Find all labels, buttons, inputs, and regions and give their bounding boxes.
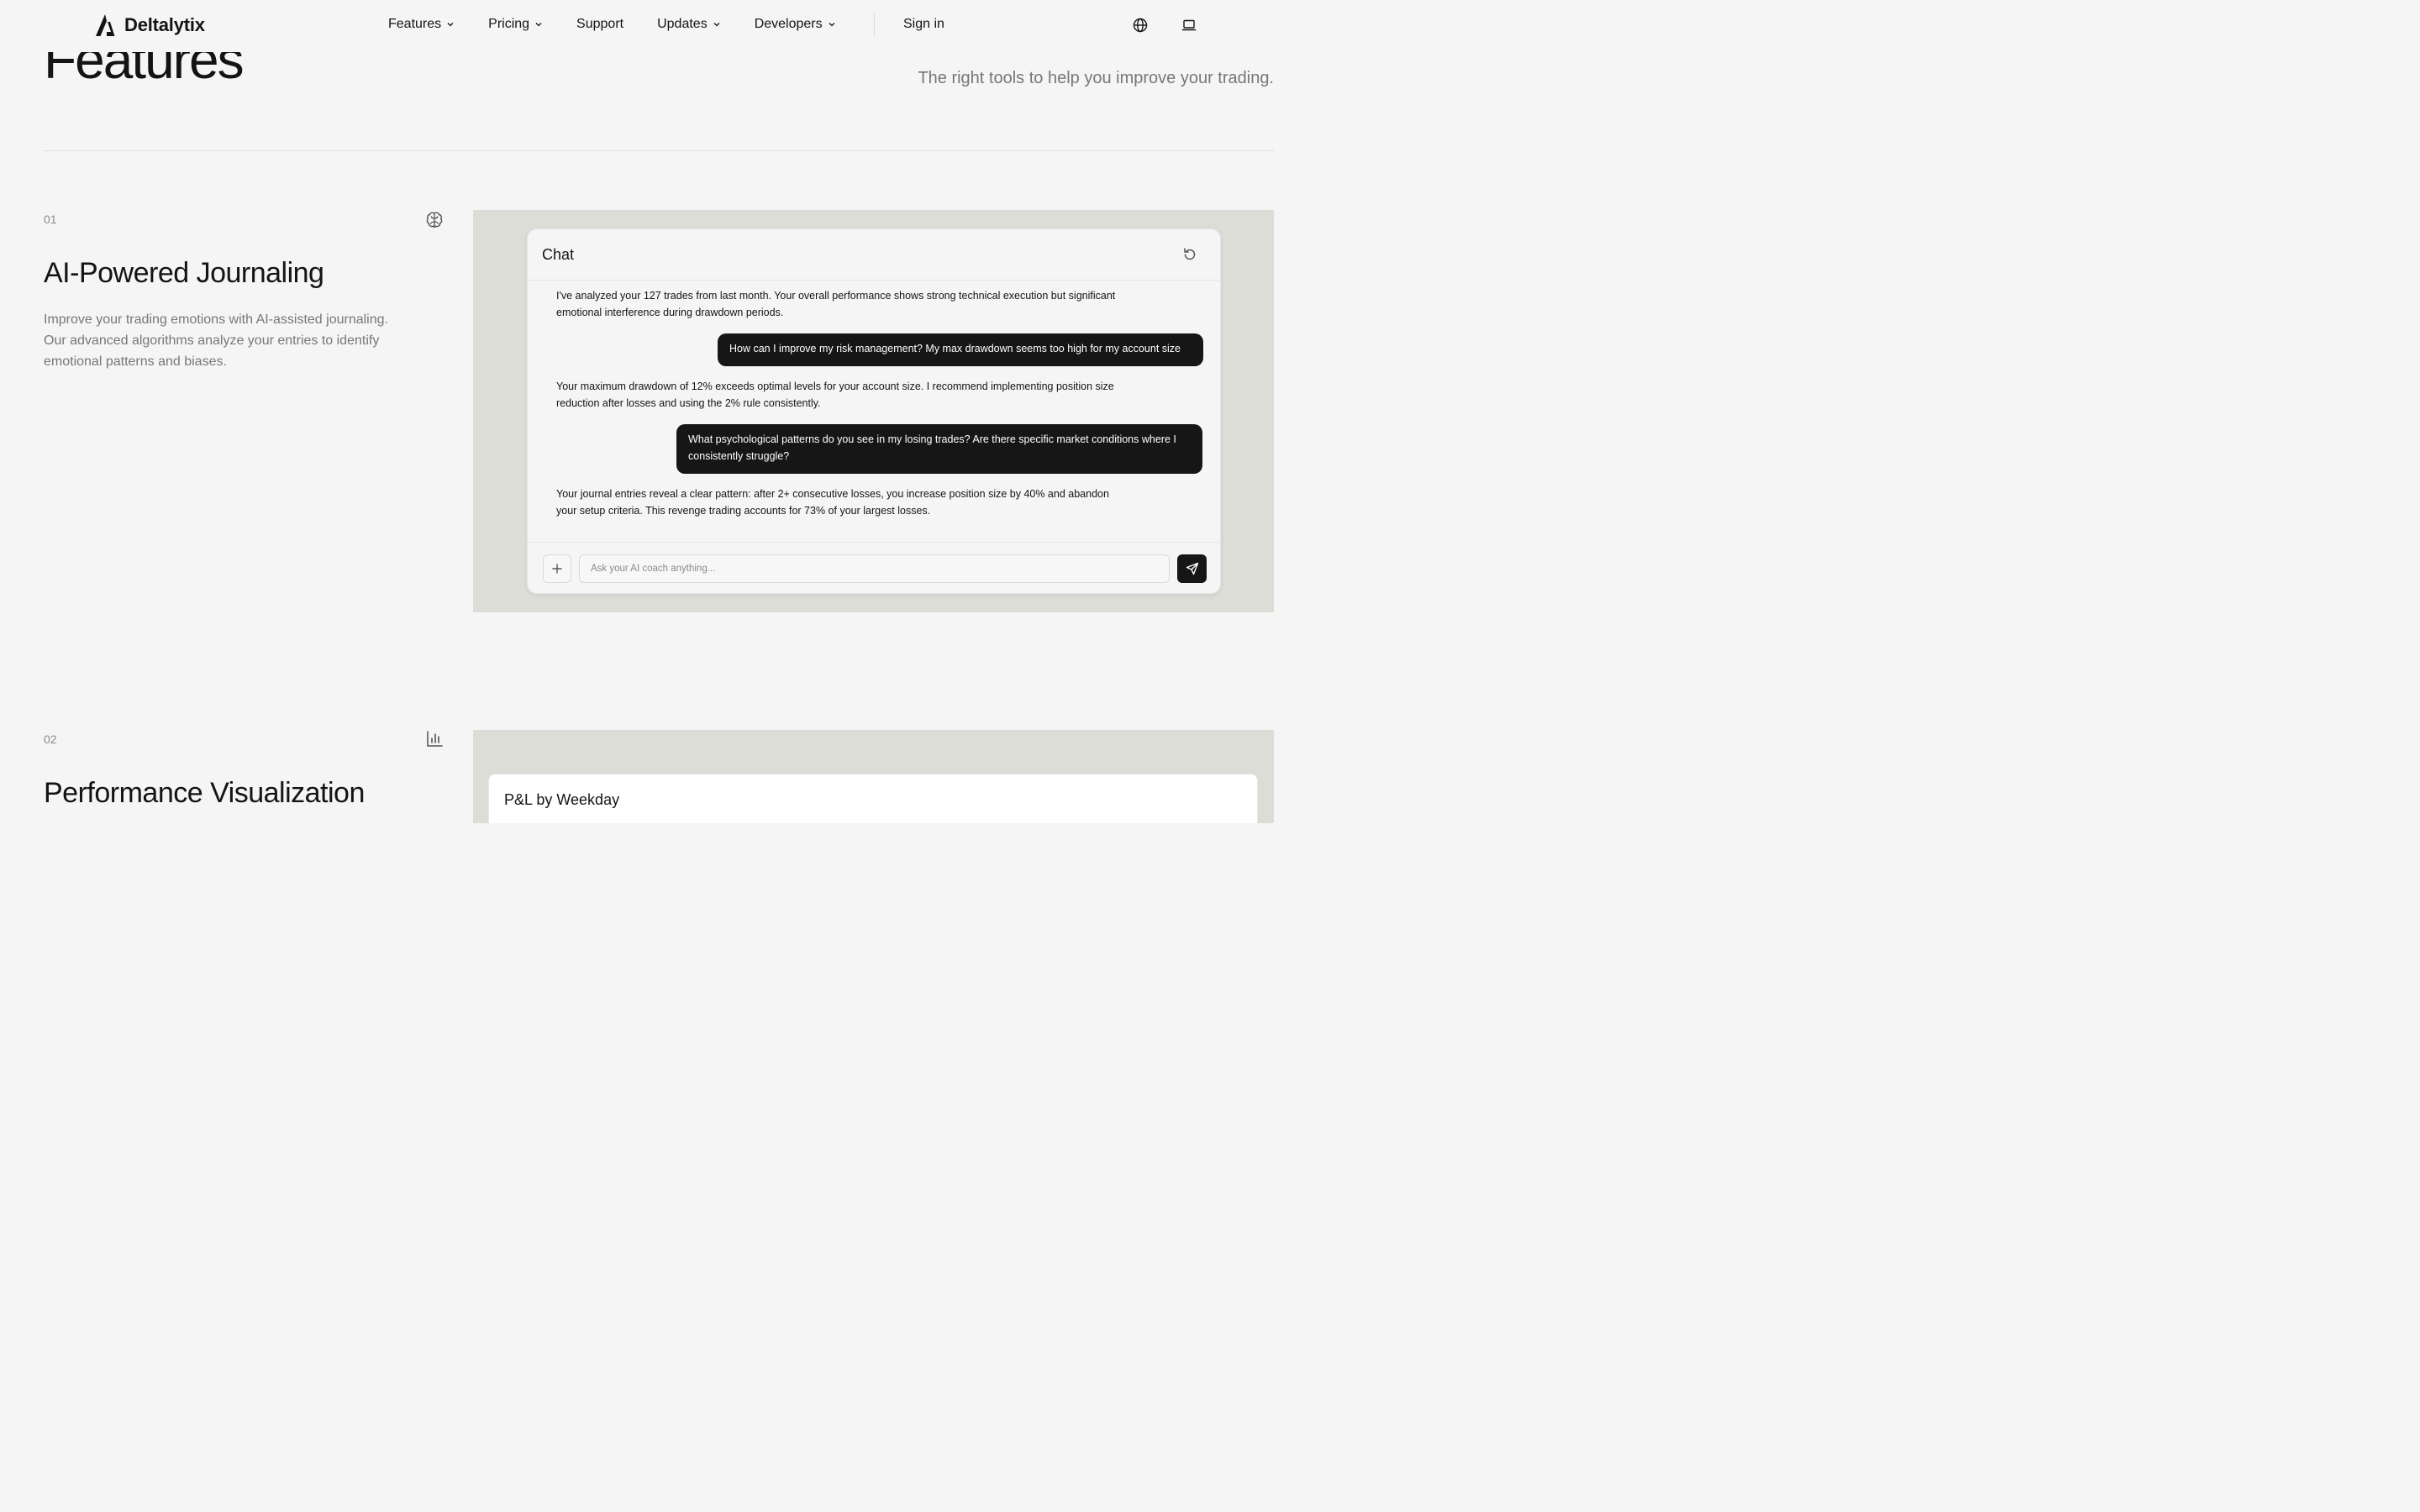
send-button[interactable] <box>1177 554 1207 583</box>
chat-title: Chat <box>542 246 575 263</box>
theme-button[interactable] <box>1181 17 1197 34</box>
bar-chart-icon <box>427 731 443 747</box>
top-navigation: Deltalytix Features Pricing Support Upda… <box>0 0 1318 52</box>
feature-number: 01 <box>44 213 57 226</box>
brain-icon <box>426 212 443 228</box>
sign-in-link[interactable]: Sign in <box>903 17 944 32</box>
chevron-down-icon <box>713 23 720 27</box>
nav-item-label: Support <box>576 17 624 31</box>
nav-links: Features Pricing Support Updates Develop… <box>388 17 836 32</box>
chat-input[interactable] <box>579 554 1170 583</box>
user-message: How can I improve my risk management? My… <box>718 333 1203 366</box>
chevron-down-icon <box>829 23 835 27</box>
chat-header: Chat <box>528 229 1220 281</box>
section-divider <box>44 150 1274 151</box>
brand-logo[interactable]: Deltalytix <box>94 13 205 37</box>
refresh-icon[interactable] <box>1181 246 1198 263</box>
nav-item-developers[interactable]: Developers <box>755 17 836 32</box>
feature-number: 02 <box>44 732 57 746</box>
card-title: P&L by Weekday <box>504 791 620 808</box>
assistant-message: Your maximum drawdown of 12% exceeds opt… <box>556 381 1114 409</box>
plus-icon <box>552 564 562 574</box>
feature-description: Improve your trading emotions with AI-as… <box>44 312 388 369</box>
globe-icon <box>1133 18 1148 33</box>
nav-item-label: Developers <box>754 17 823 31</box>
chat-composer <box>528 542 1220 595</box>
pnl-weekday-card: P&L by Weekday <box>488 774 1258 823</box>
feature-title: Performance Visualization <box>44 777 365 809</box>
chevron-down-icon <box>447 23 454 27</box>
attach-button[interactable] <box>543 554 571 583</box>
nav-item-pricing[interactable]: Pricing <box>488 17 543 32</box>
nav-item-label: Features <box>388 17 442 31</box>
nav-item-features[interactable]: Features <box>388 17 455 32</box>
assistant-message: Your journal entries reveal a clear patt… <box>556 488 1109 517</box>
brand-name: Deltalytix <box>124 14 205 35</box>
nav-divider <box>874 13 875 37</box>
page: Deltalytix Features Pricing Support Upda… <box>0 0 1318 823</box>
send-icon <box>1186 562 1198 575</box>
feature-title: AI-Powered Journaling <box>44 257 324 289</box>
nav-item-label: Pricing <box>488 17 530 31</box>
page-subtitle: The right tools to help you improve your… <box>918 69 1274 87</box>
chat-window: Chat I've analyzed your 127 trades from … <box>527 228 1221 594</box>
user-message: What psychological patterns do you see i… <box>676 424 1202 474</box>
nav-item-support[interactable]: Support <box>576 17 623 32</box>
deltalytix-logo-icon <box>96 14 115 36</box>
nav-item-updates[interactable]: Updates <box>657 17 721 32</box>
language-button[interactable] <box>1132 17 1149 34</box>
chevron-down-icon <box>535 23 542 27</box>
nav-item-label: Updates <box>657 17 708 31</box>
laptop-icon <box>1181 19 1197 31</box>
assistant-message: I've analyzed your 127 trades from last … <box>556 290 1116 318</box>
